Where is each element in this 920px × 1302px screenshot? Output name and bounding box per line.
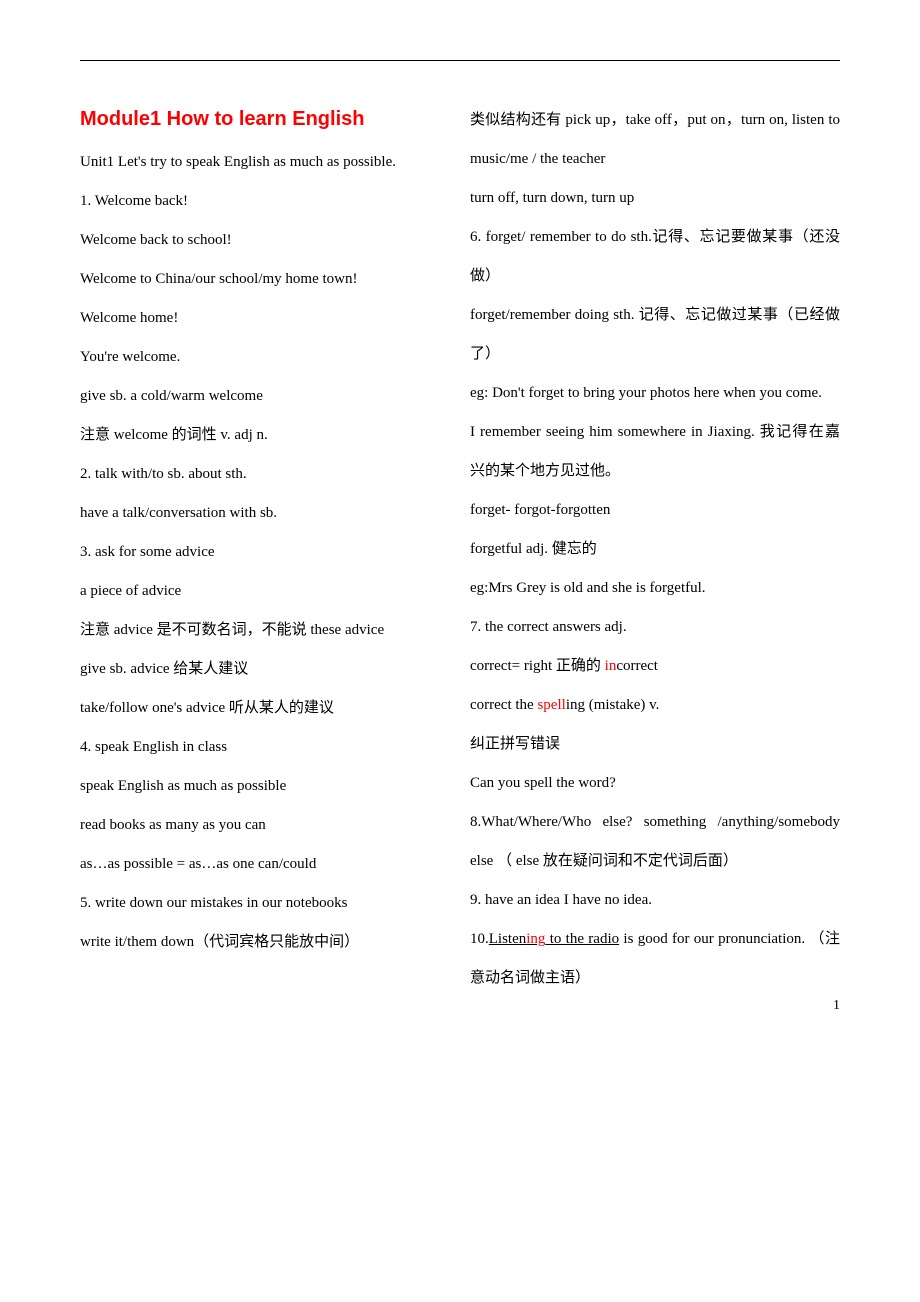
span-line: 类似结构还有 pick up，take off，put on，turn on, … xyxy=(470,101,840,179)
body-line: speak English as much as possible xyxy=(80,767,450,806)
body-line: 7. the correct answers adj. xyxy=(470,608,840,647)
column-1-content: Unit1 Let's try to speak English as much… xyxy=(80,143,450,962)
body-line: read books as many as you can xyxy=(80,806,450,845)
body-line: 6. forget/ remember to do sth.记得、忘记要做某事（… xyxy=(470,218,840,296)
body-line: 纠正拼写错误 xyxy=(470,725,840,764)
body-line: 注意 welcome 的词性 v. adj n. xyxy=(80,416,450,455)
body-line: write it/them down（代词宾格只能放中间） xyxy=(80,923,450,962)
text: 10. xyxy=(470,931,489,947)
body-line: Welcome to China/our school/my home town… xyxy=(80,260,450,299)
line-listen: 10.Listening to the radio is good for ou… xyxy=(470,920,840,998)
highlight-in: in xyxy=(605,658,617,674)
page: Module1 How to learn English Unit1 Let's… xyxy=(0,0,920,1038)
body-line: I remember seeing him somewhere in Jiaxi… xyxy=(470,413,840,491)
body-line: have a talk/conversation with sb. xyxy=(80,494,450,533)
body-line: give sb. a cold/warm welcome xyxy=(80,377,450,416)
highlight-spell: spell xyxy=(537,697,565,713)
body-line: 2. talk with/to sb. about sth. xyxy=(80,455,450,494)
body-line: take/follow one's advice 听从某人的建议 xyxy=(80,689,450,728)
body-line: 注意 advice 是不可数名词，不能说 these advice xyxy=(80,611,450,650)
body-line: as…as possible = as…as one can/could xyxy=(80,845,450,884)
body-line: Welcome back to school! xyxy=(80,221,450,260)
body-line: 9. have an idea I have no idea. xyxy=(470,881,840,920)
text: correct xyxy=(616,658,658,674)
page-number: 1 xyxy=(833,998,840,1014)
module-title: Module1 How to learn English xyxy=(80,101,450,137)
text: ing (mistake) v. xyxy=(566,697,660,713)
body-line: Can you spell the word? xyxy=(470,764,840,803)
body-line: eg:Mrs Grey is old and she is forgetful. xyxy=(470,569,840,608)
column-2-content-a: 6. forget/ remember to do sth.记得、忘记要做某事（… xyxy=(470,218,840,647)
body-line: 5. write down our mistakes in our notebo… xyxy=(80,884,450,923)
content-columns: Module1 How to learn English Unit1 Let's… xyxy=(80,101,840,998)
body-line: Welcome home! xyxy=(80,299,450,338)
body-line: 4. speak English in class xyxy=(80,728,450,767)
body-line: forgetful adj. 健忘的 xyxy=(470,530,840,569)
body-line: give sb. advice 给某人建议 xyxy=(80,650,450,689)
body-line: a piece of advice xyxy=(80,572,450,611)
body-line: eg: Don't forget to bring your photos he… xyxy=(470,374,840,413)
column-2-content-b: 纠正拼写错误 Can you spell the word?8.What/Whe… xyxy=(470,725,840,920)
body-line: Unit1 Let's try to speak English as much… xyxy=(80,143,450,182)
body-line: 8.What/Where/Who else? something /anythi… xyxy=(470,803,840,881)
underline-listen: Listening to the radio xyxy=(489,931,619,947)
body-line: 3. ask for some advice xyxy=(80,533,450,572)
top-rule xyxy=(80,60,840,61)
body-line: 1. Welcome back! xyxy=(80,182,450,221)
body-line: forget/remember doing sth. 记得、忘记做过某事（已经做… xyxy=(470,296,840,374)
highlight-ing: ing xyxy=(526,931,545,947)
body-line: forget- forgot-forgotten xyxy=(470,491,840,530)
line-correct: correct= right 正确的 incorrect xyxy=(470,647,840,686)
col2-prefix: turn off, turn down, turn up xyxy=(470,179,840,218)
line-spell: correct the spelling (mistake) v. xyxy=(470,686,840,725)
body-line: You're welcome. xyxy=(80,338,450,377)
text: correct= right 正确的 xyxy=(470,658,605,674)
text: correct the xyxy=(470,697,537,713)
